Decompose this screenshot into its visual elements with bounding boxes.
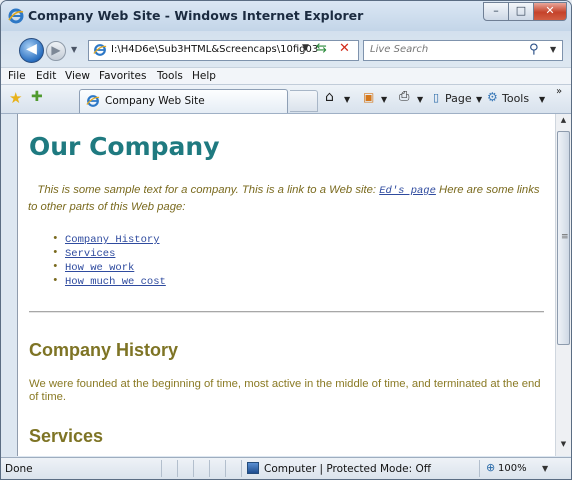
minimize-icon: – [493, 4, 499, 17]
scrollbar-thumb[interactable]: ≡ [557, 131, 570, 345]
company-history-text: We were founded at the beginning of time… [29, 378, 541, 403]
status-divider [209, 460, 210, 477]
feeds-icon[interactable]: ▣ [363, 90, 374, 104]
menu-bar: File Edit View Favorites Tools Help [1, 67, 571, 84]
browser-window: Company Web Site - Windows Internet Expl… [0, 0, 572, 480]
computer-zone-icon [247, 462, 259, 474]
close-icon: ✕ [545, 4, 555, 17]
forward-arrow-icon: ▶ [51, 43, 61, 57]
stop-icon[interactable]: ✕ [339, 41, 350, 56]
tools-dropdown-icon[interactable]: ▼ [539, 95, 545, 104]
tools-gear-icon[interactable]: ⚙ [487, 90, 498, 104]
refresh-icon[interactable]: ⇆ [316, 41, 327, 56]
favorites-center-icon[interactable]: ★ [9, 89, 22, 107]
new-tab-button[interactable] [290, 90, 318, 112]
chevron-more-icon[interactable]: » [556, 86, 562, 97]
tab-label: Company Web Site [105, 95, 205, 107]
ie-logo-icon [8, 8, 24, 24]
eds-page-link[interactable]: Ed's page [379, 185, 436, 197]
intro-paragraph: This is some sample text for a company. … [28, 182, 540, 215]
link-how-much-we-cost[interactable]: How much we cost [48, 275, 166, 290]
status-divider [225, 460, 226, 477]
feeds-dropdown-icon[interactable]: ▼ [381, 95, 387, 104]
page-dropdown-icon[interactable]: ▼ [476, 95, 482, 104]
zoom-icon[interactable]: ⊕ [486, 461, 495, 474]
intro-text: This is some sample text for a company. … [37, 184, 380, 196]
maximize-icon: □ [515, 4, 527, 17]
home-icon[interactable]: ⌂ [325, 89, 334, 105]
status-divider [241, 460, 242, 477]
status-divider [177, 460, 178, 477]
web-page-content: Our Company This is some sample text for… [17, 114, 555, 456]
link-services[interactable]: Services [48, 247, 166, 262]
print-dropdown-icon[interactable]: ▼ [417, 95, 423, 104]
scroll-up-icon[interactable]: ▲ [556, 116, 571, 130]
status-bar: Done Computer | Protected Mode: Off ⊕ 10… [1, 457, 571, 479]
page-ie-icon [93, 44, 107, 56]
search-options-dropdown-icon[interactable]: ▼ [550, 45, 556, 54]
status-divider [161, 460, 162, 477]
security-zone-text[interactable]: Computer | Protected Mode: Off [264, 463, 431, 475]
page-heading: Our Company [29, 132, 220, 161]
menu-edit[interactable]: Edit [36, 70, 56, 82]
menu-file[interactable]: File [8, 70, 26, 82]
back-arrow-icon: ◀ [26, 41, 37, 57]
menu-tools[interactable]: Tools [157, 70, 183, 82]
scroll-down-icon[interactable]: ▼ [556, 440, 571, 454]
tab-company-web-site[interactable]: Company Web Site [79, 89, 288, 113]
window-title: Company Web Site - Windows Internet Expl… [28, 8, 364, 23]
status-divider [193, 460, 194, 477]
zoom-level[interactable]: 100% [498, 463, 527, 474]
zoom-dropdown-icon[interactable]: ▼ [542, 464, 548, 473]
close-button[interactable]: ✕ [533, 2, 567, 21]
address-dropdown-icon[interactable]: ▼ [302, 43, 309, 53]
home-dropdown-icon[interactable]: ▼ [344, 95, 350, 104]
maximize-button[interactable]: □ [508, 2, 534, 21]
grip-icon: ≡ [561, 232, 569, 242]
command-bar: ★ ✚ Company Web Site ⌂ ▼ ▣ ▼ ⎙ ▼ ▯ Page … [1, 84, 571, 114]
page-icon[interactable]: ▯ [433, 91, 439, 104]
status-text: Done [5, 463, 33, 475]
section-links-list: Company History Services How we work How… [48, 233, 166, 290]
back-button[interactable]: ◀ [19, 38, 44, 63]
tab-ie-icon [86, 95, 100, 107]
tools-menu-button[interactable]: Tools [502, 92, 529, 105]
search-box[interactable]: Live Search ⚲ ▼ [363, 40, 563, 61]
minimize-button[interactable]: – [483, 2, 509, 21]
address-input[interactable]: I:\H4D6e\Sub3HTML&Screencaps\10fig03 [111, 44, 318, 55]
navigation-bar: ◀ ▶ ▼ I:\H4D6e\Sub3HTML&Screencaps\10fig… [1, 31, 571, 67]
link-how-we-work[interactable]: How we work [48, 261, 166, 276]
search-input[interactable]: Live Search [370, 44, 428, 55]
menu-help[interactable]: Help [192, 70, 216, 82]
print-icon[interactable]: ⎙ [399, 89, 409, 104]
page-menu-button[interactable]: Page [445, 92, 472, 105]
company-history-heading: Company History [29, 340, 179, 360]
address-bar[interactable]: I:\H4D6e\Sub3HTML&Screencaps\10fig03 ▼ ⇆… [88, 40, 359, 61]
search-icon[interactable]: ⚲ [529, 42, 539, 57]
services-heading: Services [29, 426, 104, 446]
title-bar[interactable]: Company Web Site - Windows Internet Expl… [1, 1, 571, 31]
link-company-history[interactable]: Company History [48, 233, 166, 248]
menu-view[interactable]: View [65, 70, 90, 82]
add-to-favorites-icon[interactable]: ✚ [31, 89, 43, 105]
horizontal-rule [29, 311, 544, 313]
forward-button[interactable]: ▶ [46, 41, 66, 61]
vertical-scrollbar[interactable]: ▲ ≡ ▼ [555, 114, 571, 456]
recent-pages-dropdown-icon[interactable]: ▼ [71, 45, 77, 54]
menu-favorites[interactable]: Favorites [99, 70, 146, 82]
status-divider [479, 460, 480, 477]
